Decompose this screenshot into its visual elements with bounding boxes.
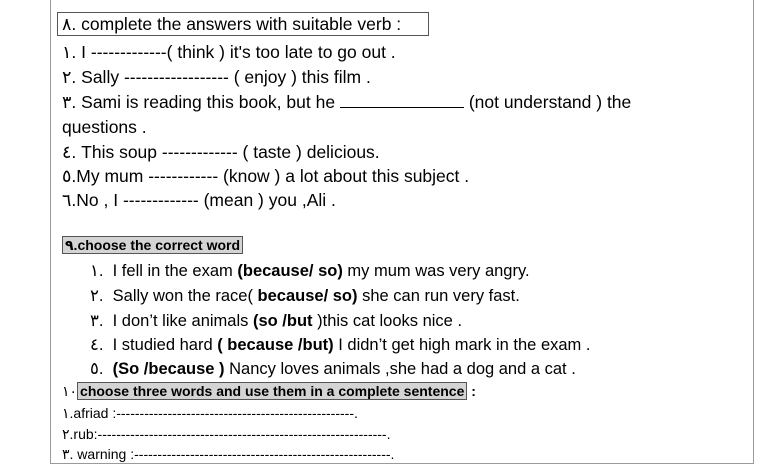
item-number: ١. [62,42,77,62]
exercise-9-item-3: ٣. I don’t like animals (so /but )this c… [90,311,462,331]
item-number: ١ [62,405,70,421]
section-8-title: ٨. complete the answers with suitable ve… [57,12,429,36]
section-10-heading: ١٠ choose three words and use them in a c… [62,382,476,400]
item-number: ٣ [62,446,70,462]
answer-blank [339,107,464,108]
verb-hint: ( taste ) [237,142,302,162]
section-9-number: ٩. [65,237,78,253]
exercise-8-item-3-cont: questions . [62,117,147,138]
section-9-title: ٩.choose the correct word [62,236,244,254]
item-prompt: .afriad :-------------------------------… [69,405,358,421]
exercise-8-item-3: ٣. Sami is reading this book, but he (no… [62,92,631,113]
section-8-number: ٨. [62,14,77,34]
item-rest: delicious. [301,142,380,162]
section-8-title-text: complete the answers with suitable verb … [76,14,402,34]
item-number: ٤. [62,142,77,162]
exercise-8-item-5: ٥.My mum ------------ (know ) a lot abou… [62,166,469,187]
item-number: ١. [90,262,104,280]
item-number: ٥. [90,360,104,378]
item-number: ٣. [62,92,77,112]
verb-hint: (know ) [218,166,281,186]
exercise-8-item-4: ٤. This soup ------------- ( taste ) del… [62,142,380,163]
item-rest: a lot about this subject . [280,166,470,186]
item-number: ٢ [62,426,70,442]
section-10-number: ١٠ [62,383,78,399]
item-prompt: No , I ------------- [76,190,199,210]
exercise-9-item-2: ٢. Sally won the race( because/ so) she … [90,286,520,306]
item-prompt: I studied hard [112,336,218,354]
item-number: ٣. [90,312,104,330]
section-10-colon: : [467,383,476,399]
item-prompt: Sally ------------------ [81,67,229,87]
verb-hint: (mean ) [198,190,264,210]
item-rest: Nancy loves animals ,she had a dog and a… [224,360,576,378]
item-prompt: questions . [62,117,147,137]
section-9-heading: ٩.choose the correct word [62,236,244,254]
item-number: ٤. [90,336,104,354]
item-number: ٥. [62,166,77,186]
section-9-title-text: choose the correct word [77,237,241,253]
word-choice: ( because /but) [217,336,334,354]
item-rest: my mum was very angry. [342,262,530,280]
exercise-9-item-1: ١. I fell in the exam (because/ so) my m… [90,261,530,281]
exercise-9-item-5: ٥. (So /because ) Nancy loves animals ,s… [90,359,576,379]
item-rest: )this cat looks nice . [312,312,463,330]
item-prompt: I ------------- [81,42,167,62]
word-choice: (so /but [252,312,313,330]
item-rest: it's too late to go out . [225,42,396,62]
exercise-8-item-1: ١. I -------------( think ) it's too lat… [62,42,396,63]
word-choice: (So /because ) [112,360,225,378]
item-prompt: My mum ------------ [76,166,219,186]
item-number: ٦. [62,190,77,210]
word-choice: because/ so) [257,287,358,305]
exercise-10-item-2: ٢.rub:----------------------------------… [62,426,391,443]
item-rest: she can run very fast. [357,287,520,305]
item-rest: you ,Ali . [263,190,336,210]
item-rest: this film . [296,67,371,87]
item-number: ٢. [90,287,104,305]
exercise-8-item-6: ٦.No , I ------------- (mean ) you ,Ali … [62,190,336,211]
exercise-9-item-4: ٤. I studied hard ( because /but) I didn… [90,335,590,355]
exercise-8-item-2: ٢. Sally ------------------ ( enjoy ) th… [62,67,371,88]
item-prompt: This soup ------------- [81,142,238,162]
verb-hint: ( enjoy ) [228,67,297,87]
item-prompt: I don’t like animals [112,312,253,330]
item-number: ٢. [62,67,77,87]
verb-hint: (not understand ) the [468,92,632,112]
exercise-10-item-3: ٣. warning :----------------------------… [62,446,394,463]
item-prompt: Sami is reading this book, but he [81,92,336,112]
verb-hint: ( think ) [166,42,225,62]
item-prompt: .rub:-----------------------------------… [69,426,391,442]
item-rest: I didn’t get high mark in the exam . [333,336,591,354]
item-prompt: Sally won the race( [112,287,258,305]
item-prompt: . warning :-----------------------------… [69,446,395,462]
section-10-title: choose three words and use them in a com… [77,382,468,400]
item-prompt: I fell in the exam [112,262,238,280]
word-choice: (because/ so) [237,262,343,280]
exercise-10-item-1: ١.afriad :------------------------------… [62,405,358,422]
